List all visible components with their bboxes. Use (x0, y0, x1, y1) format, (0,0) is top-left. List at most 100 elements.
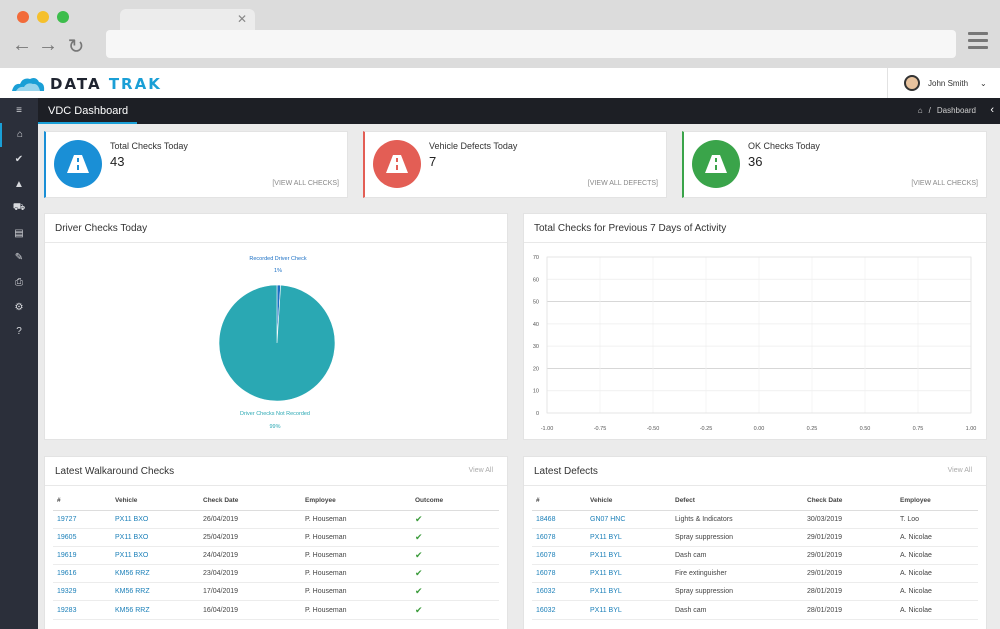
table-cell[interactable]: GN07 HNC (586, 510, 671, 529)
table-cell[interactable]: 16078 (532, 528, 586, 547)
table-cell[interactable]: 19727 (53, 510, 111, 529)
user-menu[interactable]: John Smith ⌄ (887, 68, 1000, 98)
table-cell: 30/03/2019 (803, 510, 896, 529)
outcome-check-icon: ✔ (411, 600, 499, 620)
table-cell[interactable]: 16078 (532, 564, 586, 584)
column-header[interactable]: Check Date (199, 492, 301, 511)
browser-menu-icon[interactable] (968, 32, 988, 52)
view-all-checks-link[interactable]: [VIEW ALL CHECKS] (911, 180, 978, 187)
help-icon[interactable]: ? (0, 319, 38, 344)
table-row[interactable]: 19329 KM56 RRZ 17/04/2019 P. Houseman ✔ (53, 582, 499, 602)
table-cell[interactable]: PX11 BYL (586, 600, 671, 620)
home-icon[interactable]: ⌂ (918, 106, 923, 115)
table-row[interactable]: 16078 PX11 BYL Fire extinguisher 29/01/2019… (532, 564, 978, 584)
minimize-window-dot[interactable] (37, 11, 49, 23)
tab-close-icon[interactable]: ✕ (237, 12, 247, 26)
table-cell[interactable]: 19616 (53, 564, 111, 584)
table-row[interactable]: 19727 PX11 BXO 26/04/2019 P. Houseman ✔ (53, 510, 499, 529)
y-tick-label: 40 (533, 322, 539, 328)
column-header[interactable]: Vehicle (586, 492, 671, 511)
truck-icon[interactable]: ⛟ (0, 196, 38, 221)
table-row[interactable]: 19283 KM56 RRZ 16/04/2019 P. Houseman ✔ (53, 600, 499, 620)
table-cell[interactable]: PX11 BXO (111, 510, 199, 529)
view-all-checks-link[interactable]: [VIEW ALL CHECKS] (272, 180, 339, 187)
column-header[interactable]: Employee (896, 492, 978, 511)
x-tick-label: 0.00 (754, 426, 765, 432)
table-cell[interactable]: PX11 BYL (586, 582, 671, 602)
table-cell[interactable]: KM56 RRZ (111, 600, 199, 620)
chevron-down-icon: ⌄ (980, 78, 987, 88)
column-header[interactable]: Check Date (803, 492, 896, 511)
reload-icon[interactable]: ↻ (66, 34, 86, 59)
wrench-icon[interactable]: ✎ (0, 246, 38, 271)
table-cell[interactable]: KM56 RRZ (111, 564, 199, 584)
stat-label: OK Checks Today (748, 141, 820, 151)
chevron-left-icon[interactable]: ‹ (990, 104, 994, 116)
browser-chrome: ✕ ← → ↻ (0, 0, 1000, 68)
driver-checks-pie-chart: Recorded Driver Check 1% Driver Checks N… (218, 256, 336, 430)
url-bar[interactable] (106, 30, 956, 58)
check-icon[interactable]: ✔ (0, 147, 38, 172)
column-header[interactable]: Employee (301, 492, 411, 511)
table-cell[interactable]: 18468 (532, 510, 586, 529)
table-row[interactable]: 19616 KM56 RRZ 23/04/2019 P. Houseman ✔ (53, 564, 499, 584)
table-cell[interactable]: PX11 BYL (586, 528, 671, 547)
stat-label: Total Checks Today (110, 141, 188, 151)
pie-slice-not-recorded[interactable] (218, 284, 336, 402)
table-cell[interactable]: 19605 (53, 528, 111, 547)
table-cell[interactable]: PX11 BXO (111, 546, 199, 566)
id-card-icon[interactable]: ▤ (0, 221, 38, 246)
table-cell[interactable]: 16078 (532, 546, 586, 566)
table-cell[interactable]: PX11 BXO (111, 528, 199, 547)
table-cell: 29/01/2019 (803, 564, 896, 584)
breadcrumb-current: Dashboard (936, 106, 976, 115)
datatrak-logo[interactable]: DATA TRAK (10, 74, 162, 94)
outcome-check-icon: ✔ (411, 582, 499, 602)
table-row[interactable]: 18468 GN07 HNC Lights & Indicators 30/03/20… (532, 510, 978, 529)
table-cell: P. Houseman (301, 546, 411, 566)
outcome-check-icon: ✔ (411, 546, 499, 566)
stat-value: 43 (110, 154, 125, 169)
view-all-defects-link[interactable]: [VIEW ALL DEFECTS] (588, 180, 658, 187)
menu-icon[interactable]: ≡ (0, 98, 38, 123)
panel-title: Total Checks for Previous 7 Days of Acti… (524, 214, 986, 243)
walkaround-title: Latest Walkaround Checks (55, 466, 175, 477)
table-cell[interactable]: 16032 (532, 600, 586, 620)
print-icon[interactable]: ⎙ (0, 270, 38, 295)
close-window-dot[interactable] (17, 11, 29, 23)
gears-icon[interactable]: ⚙ (0, 295, 38, 320)
column-header[interactable]: # (532, 492, 586, 511)
column-header[interactable]: Defect (671, 492, 803, 511)
maximize-window-dot[interactable] (57, 11, 69, 23)
table-row[interactable]: 19605 PX11 BXO 25/04/2019 P. Houseman ✔ (53, 528, 499, 547)
table-cell[interactable]: PX11 BYL (586, 564, 671, 584)
table-cell[interactable]: PX11 BYL (586, 546, 671, 566)
table-cell[interactable]: 19619 (53, 546, 111, 566)
table-cell[interactable]: 16032 (532, 582, 586, 602)
view-all-defects-link[interactable]: View All (948, 467, 972, 474)
column-header[interactable]: Outcome (411, 492, 499, 511)
browser-tab[interactable]: ✕ (120, 9, 255, 31)
table-row[interactable]: 19619 PX11 BXO 24/04/2019 P. Houseman ✔ (53, 546, 499, 566)
panel-title: Latest Defects View All (524, 457, 986, 486)
logo-text-data: DATA (50, 75, 102, 93)
column-header[interactable]: # (53, 492, 111, 511)
home-icon[interactable]: ⌂ (0, 122, 38, 148)
table-row[interactable]: 16078 PX11 BYL Spray suppression 29/01/2019… (532, 528, 978, 547)
warning-icon[interactable]: ▲ (0, 172, 38, 197)
table-row[interactable]: 16032 PX11 BYL Dash cam 28/01/2019 A. Nicola… (532, 600, 978, 620)
defects-table: # Vehicle Defect Check Date Employee 184… (532, 492, 978, 620)
table-cell[interactable]: 19283 (53, 600, 111, 620)
table-row[interactable]: 16078 PX11 BYL Dash cam 29/01/2019 A. Nicola… (532, 546, 978, 566)
table-cell: 16/04/2019 (199, 600, 301, 620)
defects-panel: Latest Defects View All # Vehicle Defect… (523, 456, 987, 629)
stat-card-ok-checks: OK Checks Today 36 [VIEW ALL CHECKS] (682, 131, 987, 198)
column-header[interactable]: Vehicle (111, 492, 199, 511)
table-cell[interactable]: 19329 (53, 582, 111, 602)
table-cell[interactable]: KM56 RRZ (111, 582, 199, 602)
back-arrow-icon[interactable]: ← (12, 34, 32, 57)
forward-arrow-icon[interactable]: → (38, 34, 58, 57)
view-all-walkaround-link[interactable]: View All (469, 467, 493, 474)
outcome-check-icon: ✔ (411, 510, 499, 529)
table-row[interactable]: 16032 PX11 BYL Spray suppression 28/01/2019… (532, 582, 978, 602)
